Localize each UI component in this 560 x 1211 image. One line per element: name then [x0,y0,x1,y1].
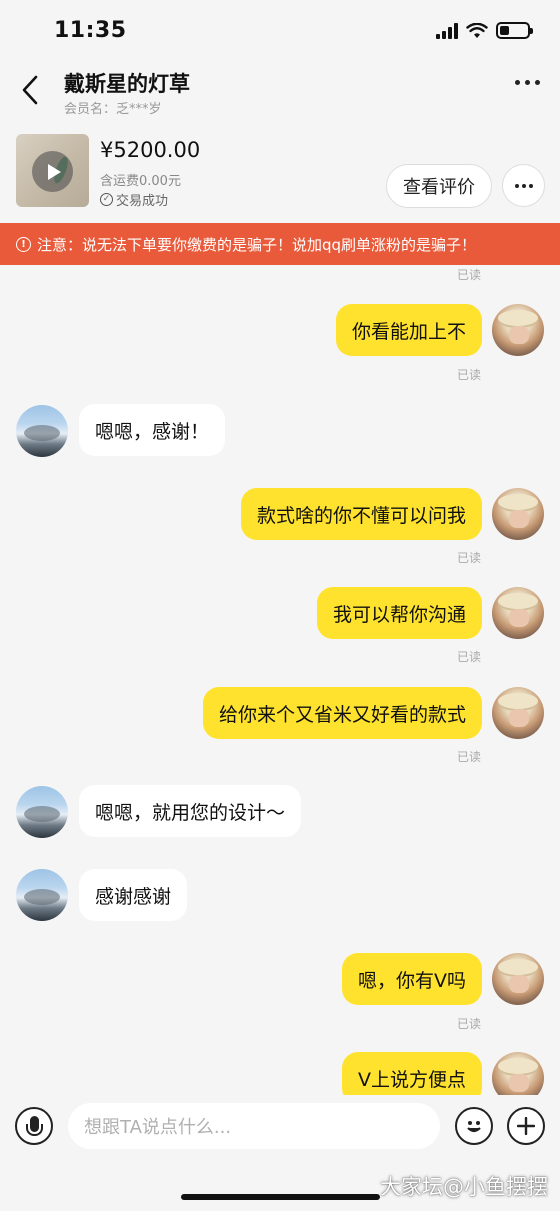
product-card: ¥5200.00 含运费0.00元 ✓ 交易成功 查看评价 [0,130,560,222]
my-avatar[interactable] [492,687,544,739]
read-receipt: 已读 [457,268,482,282]
message-bubble-them[interactable]: 嗯嗯，感谢！ [79,404,226,456]
product-more-button[interactable] [502,164,545,207]
my-avatar[interactable] [492,587,544,639]
dot-icon [515,80,520,85]
view-review-button[interactable]: 查看评价 [386,164,492,208]
message-bubble-me[interactable]: 款式啥的你不懂可以问我 [240,488,482,540]
input-bar: 想跟TA说点什么... 大家坛@小鱼摆摆 [0,1095,560,1211]
voice-input-button[interactable] [15,1107,53,1145]
message-bubble-me[interactable]: 给你来个又省米又好看的款式 [202,687,482,739]
dot-icon [535,80,540,85]
read-receipt: 已读 [457,650,482,664]
microphone-icon [25,1116,43,1136]
deal-status-text: 交易成功 [116,194,169,209]
play-icon [32,151,73,192]
read-receipt: 已读 [457,551,482,565]
check-circle-icon: ✓ [100,193,113,206]
message-bubble-me[interactable]: V上说方便点 [342,1052,482,1095]
exclamation-icon: ! [16,236,31,252]
message-input[interactable]: 想跟TA说点什么... [68,1103,440,1149]
my-avatar[interactable] [492,304,544,356]
wifi-icon [466,22,488,38]
contact-avatar[interactable] [16,786,68,838]
product-price: ¥5200.00 [100,138,201,162]
plus-icon [517,1117,535,1135]
deal-status: ✓ 交易成功 [100,190,168,209]
battery-icon [496,22,533,39]
dot-icon [525,80,530,85]
dot-icon [528,183,533,188]
chat-header: 戴斯星的灯草 会员名：乏***岁 [0,62,560,122]
product-thumbnail[interactable] [16,134,89,207]
member-name: 会员名：乏***岁 [64,102,162,117]
message-bubble-them[interactable]: 感谢感谢 [79,869,188,921]
dot-icon [521,183,526,188]
read-receipt: 已读 [457,1017,482,1031]
dot-icon [514,183,519,188]
message-bubble-me[interactable]: 你看能加上不 [335,304,482,356]
chat-area[interactable]: 已读 你看能加上不 已读 嗯嗯，感谢！ 款式啥的你不懂可以问我 已读 我可以帮你… [0,265,560,1095]
back-button[interactable] [14,70,46,110]
add-attachment-button[interactable] [507,1107,545,1145]
read-receipt: 已读 [457,750,482,764]
smiley-icon [467,1121,481,1133]
contact-avatar[interactable] [16,405,68,457]
message-bubble-them[interactable]: 嗯嗯，就用您的设计～ [79,785,302,837]
contact-avatar[interactable] [16,869,68,921]
my-avatar[interactable] [492,953,544,1005]
message-bubble-me[interactable]: 我可以帮你沟通 [316,587,482,639]
status-icons [436,22,533,39]
read-receipt: 已读 [457,368,482,382]
contact-name: 戴斯星的灯草 [64,72,190,96]
status-time: 11:35 [54,18,127,43]
chevron-left-icon [22,75,38,105]
message-bubble-me[interactable]: 嗯，你有V吗 [342,953,482,1005]
battery-level [500,26,510,35]
cellular-signal-icon [436,22,458,39]
home-indicator[interactable] [181,1194,380,1200]
status-bar: 11:35 [0,0,560,62]
my-avatar[interactable] [492,1052,544,1095]
warning-text: 注意：说无法下单要你缴费的是骗子！说加qq刷单涨粉的是骗子！ [37,235,477,254]
watermark: 大家坛@小鱼摆摆 [380,1175,548,1199]
fraud-warning-banner: ! 注意：说无法下单要你缴费的是骗子！说加qq刷单涨粉的是骗子！ [0,223,560,265]
more-options-button[interactable] [515,80,540,85]
emoji-button[interactable] [455,1107,493,1145]
shipping-info: 含运费0.00元 [100,174,181,189]
my-avatar[interactable] [492,488,544,540]
